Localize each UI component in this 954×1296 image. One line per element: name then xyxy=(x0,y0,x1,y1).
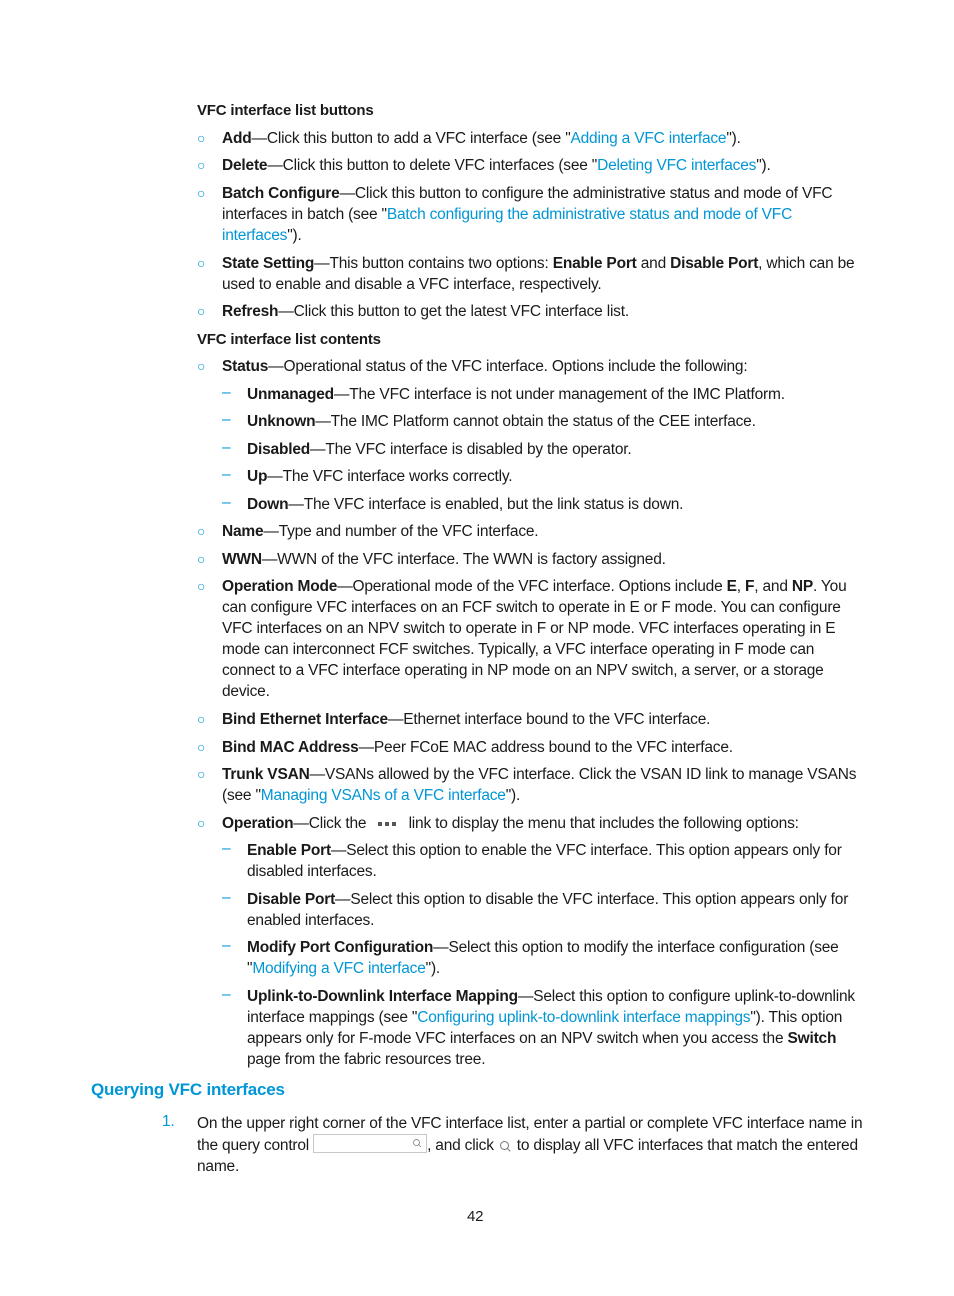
dash-icon: – xyxy=(222,384,231,401)
list-item-bind-ethernet: Bind Ethernet Interface—Ethernet interfa… xyxy=(222,711,711,728)
list-item-add: Add—Click this button to add a VFC inter… xyxy=(222,130,741,147)
link-managing-vsans[interactable]: Managing VSANs of a VFC interface xyxy=(261,787,506,804)
page-number: 42 xyxy=(467,1208,484,1225)
bullet-icon: ○ xyxy=(197,255,206,271)
section-heading-contents: VFC interface list contents xyxy=(197,331,381,348)
step-number: 1. xyxy=(162,1113,175,1130)
bullet-icon: ○ xyxy=(197,815,206,831)
bullet-icon: ○ xyxy=(197,551,206,567)
query-input-example[interactable] xyxy=(313,1134,428,1153)
link-configuring-uplink-mappings[interactable]: Configuring uplink-to-downlink interface… xyxy=(417,1009,750,1026)
dash-icon: – xyxy=(222,466,231,483)
status-option-unknown: Unknown—The IMC Platform cannot obtain t… xyxy=(247,413,756,430)
link-deleting-vfc-interfaces[interactable]: Deleting VFC interfaces xyxy=(597,157,756,174)
bullet-icon: ○ xyxy=(197,766,206,782)
search-icon xyxy=(413,1139,420,1146)
list-item-state-setting: State Setting—This button contains two o… xyxy=(222,255,855,293)
list-item-operation-mode: Operation Mode—Operational mode of the V… xyxy=(222,578,847,700)
step-1: On the upper right corner of the VFC int… xyxy=(197,1115,863,1175)
list-item-bind-mac: Bind MAC Address—Peer FCoE MAC address b… xyxy=(222,739,733,756)
section-title-querying: Querying VFC interfaces xyxy=(91,1080,285,1099)
more-dots-icon[interactable] xyxy=(376,818,398,830)
link-modifying-vfc-interface[interactable]: Modifying a VFC interface xyxy=(252,960,426,977)
dash-icon: – xyxy=(222,439,231,456)
bullet-icon: ○ xyxy=(197,157,206,173)
dash-icon: – xyxy=(222,840,231,857)
list-item-operation: Operation—Click the link to display the … xyxy=(222,815,799,832)
document-page: VFC interface list buttons ○ Add—Click t… xyxy=(0,0,954,1296)
bullet-icon: ○ xyxy=(197,578,206,594)
list-item-refresh: Refresh—Click this button to get the lat… xyxy=(222,303,629,320)
operation-option-uplink-mapping: Uplink-to-Downlink Interface Mapping—Sel… xyxy=(247,988,855,1068)
bullet-icon: ○ xyxy=(197,358,206,374)
dash-icon: – xyxy=(222,889,231,906)
dash-icon: – xyxy=(222,986,231,1003)
bullet-icon: ○ xyxy=(197,130,206,146)
list-item-name: Name—Type and number of the VFC interfac… xyxy=(222,523,539,540)
operation-option-enable-port: Enable Port—Select this option to enable… xyxy=(247,842,842,880)
operation-option-modify-port: Modify Port Configuration—Select this op… xyxy=(247,939,839,977)
operation-option-disable-port: Disable Port—Select this option to disab… xyxy=(247,891,849,929)
bullet-icon: ○ xyxy=(197,739,206,755)
list-item-status: Status—Operational status of the VFC int… xyxy=(222,358,748,375)
status-option-unmanaged: Unmanaged—The VFC interface is not under… xyxy=(247,386,785,403)
list-item-wwn: WWN—WWN of the VFC interface. The WWN is… xyxy=(222,551,666,568)
section-heading-buttons: VFC interface list buttons xyxy=(197,102,374,119)
dash-icon: – xyxy=(222,937,231,954)
bullet-icon: ○ xyxy=(197,303,206,319)
link-adding-vfc-interface[interactable]: Adding a VFC interface xyxy=(571,130,727,147)
status-option-up: Up—The VFC interface works correctly. xyxy=(247,468,513,485)
bullet-icon: ○ xyxy=(197,185,206,201)
search-icon[interactable] xyxy=(499,1141,509,1150)
status-option-down: Down—The VFC interface is enabled, but t… xyxy=(247,496,684,513)
dash-icon: – xyxy=(222,411,231,428)
bullet-icon: ○ xyxy=(197,523,206,539)
list-item-batch-configure: Batch Configure—Click this button to con… xyxy=(222,185,833,244)
dash-icon: – xyxy=(222,494,231,511)
list-item-trunk-vsan: Trunk VSAN—VSANs allowed by the VFC inte… xyxy=(222,766,857,804)
list-item-delete: Delete—Click this button to delete VFC i… xyxy=(222,157,771,174)
bullet-icon: ○ xyxy=(197,711,206,727)
status-option-disabled: Disabled—The VFC interface is disabled b… xyxy=(247,441,632,458)
